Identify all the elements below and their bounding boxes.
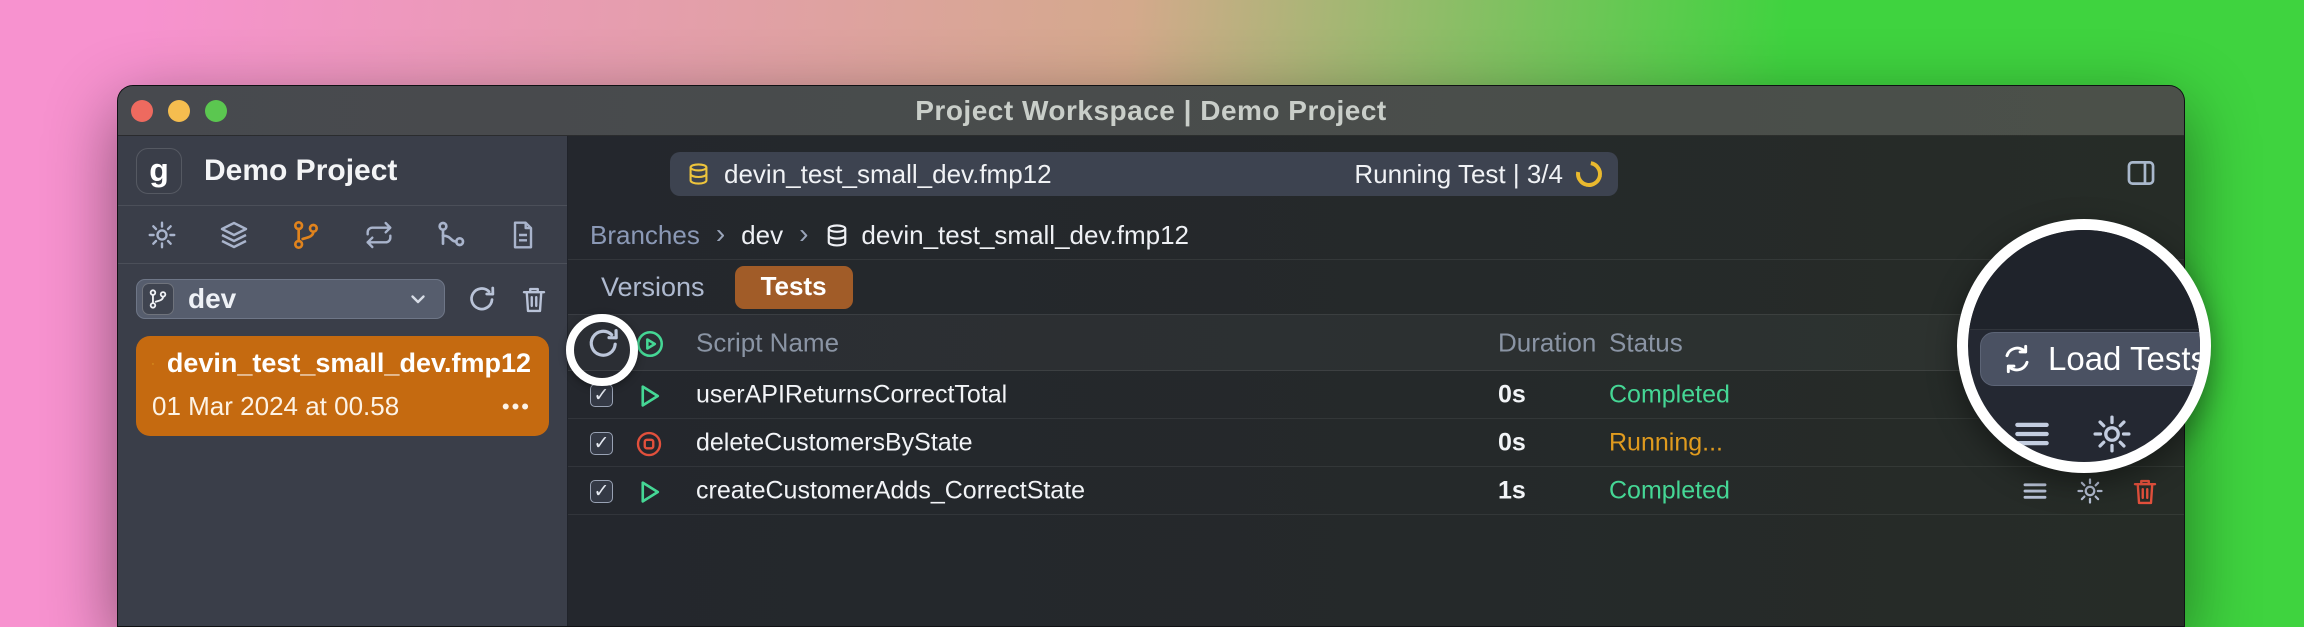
app-logo: g bbox=[136, 148, 182, 194]
branch-row: dev bbox=[118, 264, 567, 319]
column-script-name: Script Name bbox=[696, 327, 839, 358]
stop-icon[interactable] bbox=[634, 429, 664, 459]
row-checkbox[interactable]: ✓ bbox=[590, 432, 613, 455]
status-badge: Completed bbox=[1609, 476, 1730, 505]
branch-select[interactable]: dev bbox=[136, 279, 445, 319]
open-file-name: devin_test_small_dev.fmp12 bbox=[724, 159, 1052, 190]
duration-value: 0s bbox=[1498, 428, 1526, 457]
duration-value: 1s bbox=[1498, 476, 1526, 505]
breadcrumb-branch[interactable]: dev bbox=[741, 220, 783, 251]
database-icon bbox=[152, 351, 154, 377]
breadcrumb-file: devin_test_small_dev.fmp12 bbox=[861, 220, 1189, 251]
open-file-tab[interactable]: devin_test_small_dev.fmp12 Running Test … bbox=[670, 152, 1618, 196]
window-titlebar[interactable]: Project Workspace | Demo Project bbox=[118, 86, 2184, 136]
table-row[interactable]: ✓ userAPIReturnsCorrectTotal 0s Complete… bbox=[568, 371, 2184, 419]
chevron-right-icon: › bbox=[716, 218, 725, 250]
repeat-icon[interactable] bbox=[361, 217, 397, 253]
spinner-icon bbox=[1571, 156, 1607, 192]
chevron-right-icon: › bbox=[799, 218, 808, 250]
chevron-down-icon bbox=[406, 287, 430, 311]
reload-tests-icon[interactable] bbox=[586, 326, 621, 366]
table-header: Script Name Duration Status bbox=[568, 314, 2184, 371]
running-test-status: Running Test | 3/4 bbox=[1354, 159, 1563, 190]
file-card-name: devin_test_small_dev.fmp12 bbox=[167, 348, 531, 379]
layers-icon[interactable] bbox=[216, 217, 252, 253]
trash-icon[interactable] bbox=[2130, 476, 2160, 511]
column-status: Status bbox=[1609, 327, 1683, 358]
tab-tests[interactable]: Tests bbox=[735, 266, 853, 309]
branch-icon bbox=[142, 283, 174, 315]
magnified-row-actions bbox=[2010, 412, 2211, 461]
menu-icon[interactable] bbox=[2020, 476, 2050, 511]
window-title: Project Workspace | Demo Project bbox=[915, 95, 1386, 127]
gear-icon[interactable] bbox=[144, 217, 180, 253]
tab-bar: Versions Tests bbox=[568, 260, 2184, 314]
database-icon bbox=[824, 223, 850, 249]
magnifier-backdrop bbox=[1968, 230, 2200, 330]
breadcrumb: Branches › dev › devin_test_small_dev.fm… bbox=[568, 212, 2184, 260]
load-tests-button[interactable]: Load Tests bbox=[1980, 332, 2211, 386]
play-icon[interactable] bbox=[634, 477, 664, 507]
more-options-button[interactable]: ••• bbox=[502, 394, 531, 420]
run-all-icon[interactable] bbox=[634, 328, 666, 365]
status-badge: Completed bbox=[1609, 380, 1730, 409]
project-name: Demo Project bbox=[204, 154, 397, 188]
duration-value: 0s bbox=[1498, 380, 1526, 409]
row-checkbox[interactable]: ✓ bbox=[590, 480, 613, 503]
script-name: deleteCustomersByState bbox=[696, 428, 973, 457]
row-checkbox[interactable]: ✓ bbox=[590, 384, 613, 407]
load-tests-label: Load Tests bbox=[2048, 340, 2207, 378]
magnifier-annotation: Load Tests bbox=[1957, 219, 2211, 473]
refresh-branch-button[interactable] bbox=[467, 284, 497, 314]
window-minimize-button[interactable] bbox=[168, 100, 190, 122]
main-topbar: devin_test_small_dev.fmp12 Running Test … bbox=[568, 136, 2184, 212]
sidebar: g Demo Project dev bbox=[118, 136, 568, 627]
sidebar-nav bbox=[118, 206, 567, 264]
script-name: createCustomerAdds_CorrectState bbox=[696, 476, 1085, 505]
row-actions bbox=[2020, 476, 2160, 511]
database-icon bbox=[686, 162, 711, 187]
window-zoom-button[interactable] bbox=[205, 100, 227, 122]
window-close-button[interactable] bbox=[131, 100, 153, 122]
desktop-background: Project Workspace | Demo Project g Demo … bbox=[0, 0, 2304, 627]
gear-icon[interactable] bbox=[2090, 412, 2134, 461]
column-duration: Duration bbox=[1498, 327, 1596, 358]
sync-icon bbox=[2001, 343, 2033, 375]
table-row[interactable]: ✓ deleteCustomersByState 0s Running... bbox=[568, 419, 2184, 467]
traffic-lights bbox=[131, 86, 227, 135]
tab-versions[interactable]: Versions bbox=[601, 272, 705, 303]
main-pane: devin_test_small_dev.fmp12 Running Test … bbox=[568, 136, 2184, 627]
menu-icon[interactable] bbox=[2010, 412, 2054, 461]
play-icon[interactable] bbox=[634, 381, 664, 411]
commits-icon[interactable] bbox=[433, 217, 469, 253]
delete-branch-button[interactable] bbox=[519, 284, 549, 314]
document-icon[interactable] bbox=[505, 217, 541, 253]
script-name: userAPIReturnsCorrectTotal bbox=[696, 380, 1007, 409]
breadcrumb-branches[interactable]: Branches bbox=[590, 220, 700, 251]
branch-select-value: dev bbox=[188, 283, 392, 315]
table-row[interactable]: ✓ createCustomerAdds_CorrectState 1s Com… bbox=[568, 467, 2184, 515]
status-badge: Running... bbox=[1609, 428, 1723, 457]
trash-icon[interactable] bbox=[2170, 412, 2211, 461]
file-card[interactable]: devin_test_small_dev.fmp12 01 Mar 2024 a… bbox=[136, 336, 549, 436]
panel-toggle-icon[interactable] bbox=[2124, 156, 2158, 195]
file-card-timestamp: 01 Mar 2024 at 00.58 bbox=[152, 391, 399, 422]
git-branch-icon[interactable] bbox=[288, 217, 324, 253]
gear-icon[interactable] bbox=[2075, 476, 2105, 511]
app-window: Project Workspace | Demo Project g Demo … bbox=[117, 85, 2185, 627]
sidebar-header: g Demo Project bbox=[118, 136, 567, 206]
